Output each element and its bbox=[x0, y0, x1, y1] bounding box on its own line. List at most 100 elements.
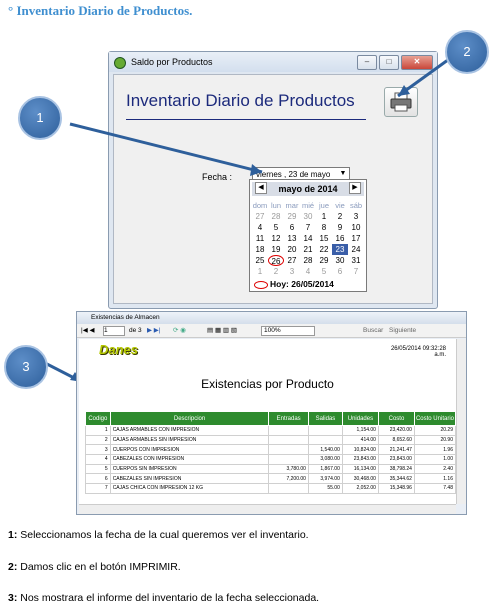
instruction-number: 1: bbox=[8, 529, 18, 541]
callout-3: 3 bbox=[4, 345, 48, 389]
table-cell: 3 bbox=[85, 444, 111, 456]
table-row: 2 CAJAS ARMABLES SIN IMPRESION 414.00 8,652… bbox=[85, 434, 457, 446]
table-row: 1 CAJAS ARMABLES CON IMPRESION 1,154.00 23,… bbox=[85, 425, 457, 436]
table-cell: 1.96 bbox=[413, 444, 457, 456]
table-cell: 1,540.00 bbox=[307, 444, 343, 456]
table-cell bbox=[268, 444, 309, 456]
column-header[interactable]: Salidas bbox=[307, 411, 343, 426]
instruction-text: Nos mostrara el informe del inventario d… bbox=[17, 592, 320, 604]
instruction-number: 2: bbox=[8, 561, 18, 573]
report-window: Existencias de Almacen |◀ ◀ 1 de 3 ▶ ▶| … bbox=[76, 311, 467, 515]
table-cell: 1.00 bbox=[413, 454, 457, 465]
table-cell bbox=[307, 434, 343, 446]
report-ampm: a.m. bbox=[434, 352, 446, 358]
table-cell: 23,420.00 bbox=[377, 425, 415, 436]
vertical-scrollbar[interactable] bbox=[456, 339, 466, 504]
table-cell: CAJAS ARMABLES CON IMPRESION bbox=[109, 425, 270, 436]
instruction-2: 2: Damos clic en el botón IMPRIMIR. bbox=[8, 561, 181, 573]
page-input[interactable]: 1 bbox=[103, 326, 125, 336]
table-cell: 8,652.60 bbox=[377, 434, 415, 446]
table-cell bbox=[268, 434, 309, 446]
report-table: Codigo Descripcion Entradas Salidas Unidades… bbox=[85, 411, 457, 494]
table-cell: 21,241.47 bbox=[377, 444, 415, 456]
callout-2: 2 bbox=[445, 30, 489, 74]
table-row: 6 CABEZALES SIN IMPRESION 7,200.00 3,974.00… bbox=[85, 473, 457, 485]
column-header[interactable]: Unidades bbox=[341, 411, 379, 426]
report-datetime: 26/05/2014 09:32:28 a.m. bbox=[391, 346, 446, 358]
table-cell: 2.40 bbox=[413, 463, 457, 475]
report-titlebar[interactable]: Existencias de Almacen bbox=[77, 312, 466, 324]
zoom-select[interactable]: 100% bbox=[261, 326, 315, 336]
search-link[interactable]: Buscar bbox=[363, 324, 383, 337]
table-cell bbox=[307, 425, 343, 436]
report-page: Danes 26/05/2014 09:32:28 a.m. Existencia… bbox=[79, 339, 457, 504]
table-cell: 7 bbox=[85, 483, 111, 494]
table-cell: 3,974.00 bbox=[307, 473, 343, 485]
horizontal-scrollbar[interactable] bbox=[79, 504, 456, 514]
column-header[interactable]: Descripcion bbox=[109, 411, 270, 426]
table-cell: 6 bbox=[85, 473, 111, 485]
arrow-2-head bbox=[398, 85, 410, 96]
table-cell: 1.16 bbox=[413, 473, 457, 485]
table-cell bbox=[268, 483, 309, 494]
instruction-text: Damos clic en el botón IMPRIMIR. bbox=[17, 561, 181, 573]
table-cell: 2 bbox=[85, 434, 111, 446]
table-cell: 55.00 bbox=[307, 483, 343, 494]
table-cell: 10,824.00 bbox=[341, 444, 379, 456]
table-cell: CABEZALES CON IMPRESION bbox=[109, 454, 270, 465]
next-page-icon[interactable]: ▶ ▶| bbox=[147, 324, 161, 337]
next-link[interactable]: Siguiente bbox=[389, 324, 416, 337]
table-row: 7 CAJAS CHICA CON IMPRESION 12 KG 55.00 2,0… bbox=[85, 483, 457, 494]
table-cell: 1 bbox=[85, 425, 111, 436]
report-window-title: Existencias de Almacen bbox=[91, 314, 160, 321]
report-toolbar: |◀ ◀ 1 de 3 ▶ ▶| ⟳ ◉ ▤ ▦ ▥ ▧ 100% Buscar… bbox=[77, 324, 466, 338]
table-cell: 5 bbox=[85, 463, 111, 475]
table-row: 3 CUERPOS CON IMPRESION 1,540.00 10,824.00 2… bbox=[85, 444, 457, 456]
table-cell: 23,843.00 bbox=[341, 454, 379, 465]
table-cell: 20.29 bbox=[413, 425, 457, 436]
table-cell: CAJAS ARMABLES SIN IMPRESION bbox=[109, 434, 270, 446]
table-cell: CABEZALES SIN IMPRESION bbox=[109, 473, 270, 485]
table-cell bbox=[268, 425, 309, 436]
table-cell: 1,154.00 bbox=[341, 425, 379, 436]
table-cell: 7.48 bbox=[413, 483, 457, 494]
instruction-number: 3: bbox=[8, 592, 18, 604]
column-header[interactable]: Costo bbox=[377, 411, 415, 426]
table-cell: 3,080.00 bbox=[307, 454, 343, 465]
instruction-3: 3: Nos mostrara el informe del inventari… bbox=[8, 592, 319, 604]
table-cell: 15,348.96 bbox=[377, 483, 415, 494]
arrow-1-head bbox=[250, 164, 262, 176]
table-cell: CAJAS CHICA CON IMPRESION 12 KG bbox=[109, 483, 270, 494]
column-header[interactable]: Codigo bbox=[85, 411, 111, 426]
arrow-1-line bbox=[69, 122, 263, 174]
callout-1: 1 bbox=[18, 96, 62, 140]
table-cell: 30,468.00 bbox=[341, 473, 379, 485]
table-cell: CUERPOS CON IMPRESION bbox=[109, 444, 270, 456]
company-logo: Danes bbox=[99, 342, 139, 357]
table-cell: 23,843.00 bbox=[377, 454, 415, 465]
print-report-icon[interactable]: ▤ ▦ ▥ ▧ bbox=[207, 324, 237, 337]
column-header[interactable]: Entradas bbox=[268, 411, 309, 426]
table-cell: 7,200.00 bbox=[268, 473, 309, 485]
table-cell: 3,780.00 bbox=[268, 463, 309, 475]
table-cell: 38,798.24 bbox=[377, 463, 415, 475]
page-count: de 3 bbox=[129, 327, 142, 334]
instruction-1: 1: Seleccionamos la fecha de la cual que… bbox=[8, 529, 309, 541]
instruction-text: Seleccionamos la fecha de la cual querem… bbox=[17, 529, 309, 541]
table-cell: CUERPOS SIN IMPRESION bbox=[109, 463, 270, 475]
table-cell bbox=[268, 454, 309, 465]
table-cell: 35,344.62 bbox=[377, 473, 415, 485]
table-cell: 1,867.00 bbox=[307, 463, 343, 475]
table-cell: 20.90 bbox=[413, 434, 457, 446]
table-cell: 4 bbox=[85, 454, 111, 465]
first-page-icon[interactable]: |◀ ◀ bbox=[81, 324, 95, 337]
column-header[interactable]: Costo Unitario bbox=[413, 411, 457, 426]
table-row: 4 CABEZALES CON IMPRESION 3,080.00 23,843.0… bbox=[85, 454, 457, 465]
refresh-icon[interactable]: ⟳ ◉ bbox=[173, 324, 186, 337]
report-title: Existencias por Producto bbox=[201, 377, 334, 391]
callout-arrows bbox=[42, 55, 453, 384]
table-row: 5 CUERPOS SIN IMPRESION 3,780.00 1,867.00 16… bbox=[85, 463, 457, 475]
table-cell: 2,052.00 bbox=[341, 483, 379, 494]
table-cell: 16,134.00 bbox=[341, 463, 379, 475]
table-cell: 414.00 bbox=[341, 434, 379, 446]
